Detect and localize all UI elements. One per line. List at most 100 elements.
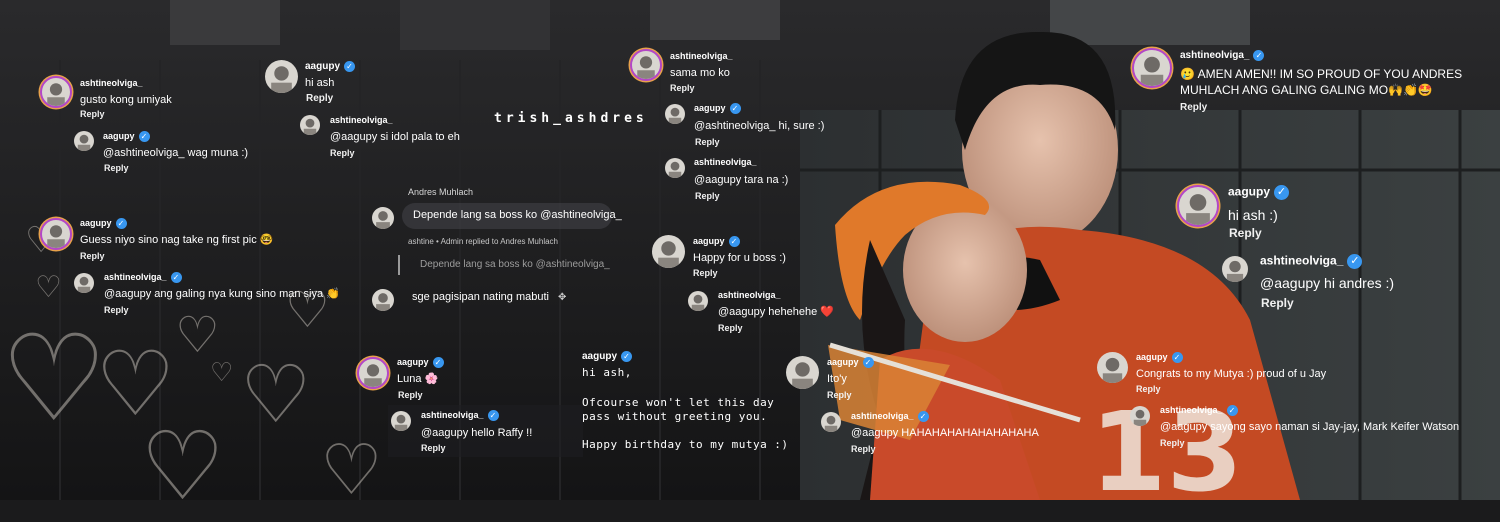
username[interactable]: aagupy ✓ [582, 351, 633, 363]
verified-badge-icon: ✓ [729, 103, 741, 115]
reply-button[interactable]: Reply [851, 444, 876, 454]
avatar[interactable] [74, 273, 94, 293]
heart-doodle-icon: ♡ [210, 358, 234, 388]
avatar-icon [77, 134, 91, 151]
avatar-icon [376, 211, 390, 229]
avatar-icon [77, 276, 91, 293]
reply-button[interactable]: Reply [104, 163, 129, 173]
username[interactable]: aagupy ✓ [827, 357, 874, 369]
username[interactable]: ashtineolviga_ ✓ [1180, 50, 1265, 62]
reply-button[interactable]: Reply [398, 390, 423, 400]
avatar[interactable] [665, 158, 685, 178]
reply-button[interactable]: Reply [1180, 102, 1207, 113]
reply-button[interactable]: Reply [695, 137, 720, 147]
reply-button[interactable]: Reply [1136, 384, 1161, 394]
commenter-name[interactable]: Andres Muhlach [408, 187, 473, 197]
avatar[interactable] [665, 104, 685, 124]
verified-badge-icon: ✓ [170, 272, 182, 284]
comment-text: Guess niyo sino nag take ng first pic 🤓 [80, 234, 274, 246]
avatar-icon [668, 161, 682, 178]
verified-badge-icon: ✓ [728, 236, 740, 248]
avatar[interactable] [688, 291, 708, 311]
username[interactable]: aagupy ✓ [80, 218, 127, 230]
watermark-text: trish_ashdres [494, 111, 648, 126]
username[interactable]: ashtineolviga_ ✓ [1260, 254, 1363, 269]
avatar[interactable] [357, 357, 389, 389]
username[interactable]: aagupy ✓ [305, 61, 356, 73]
username[interactable]: ashtineolviga_ ✓ [104, 272, 182, 284]
avatar-icon [394, 414, 408, 431]
username[interactable]: ashtineolviga_ ✓ [421, 410, 499, 422]
avatar-icon [792, 362, 813, 389]
comment-text: sama mo ko [670, 67, 730, 79]
avatar-icon [1140, 56, 1164, 86]
verified-badge-icon: ✓ [1226, 405, 1238, 417]
avatar[interactable] [630, 49, 662, 81]
username[interactable]: ashtineolviga_ ✓ [1160, 405, 1238, 417]
avatar[interactable] [372, 289, 394, 311]
username[interactable]: ashtineolviga_ [694, 157, 757, 167]
reply-button[interactable]: Reply [827, 390, 852, 400]
username[interactable]: ashtineolviga_ [330, 115, 393, 125]
comment-text: @ashtineolviga_ wag muna :) [103, 147, 249, 159]
avatar-icon [1102, 357, 1123, 383]
avatar[interactable] [1130, 406, 1150, 426]
reply-button[interactable]: Reply [695, 191, 720, 201]
avatar-icon [364, 364, 382, 387]
avatar-icon [637, 56, 655, 79]
heart-doodle-icon: ♡ [240, 348, 312, 441]
reply-button[interactable]: Reply [330, 148, 355, 158]
avatar-icon [668, 107, 682, 124]
comment-text: @aagupy sayong sayo naman si Jay-jay, Ma… [1160, 421, 1460, 433]
avatar[interactable] [372, 207, 394, 229]
username[interactable]: aagupy ✓ [1136, 352, 1183, 364]
avatar[interactable] [300, 115, 320, 135]
avatar[interactable] [1222, 256, 1248, 282]
quoted-text: Depende lang sa boss ko @ashtineolviga_ [420, 259, 610, 270]
username[interactable]: aagupy ✓ [693, 236, 740, 248]
username[interactable]: aagupy ✓ [103, 131, 150, 143]
comment-text: Luna 🌸 [397, 373, 439, 385]
comment-text: @ashtineolviga_ hi, sure :) [694, 120, 825, 132]
reply-button[interactable]: Reply [1261, 296, 1294, 310]
verified-badge-icon: ✓ [621, 351, 633, 362]
reply-button[interactable]: Reply [104, 305, 129, 315]
avatar[interactable] [1097, 352, 1128, 383]
username[interactable]: ashtineolviga_ [670, 51, 733, 61]
reply-button[interactable]: Reply [1160, 438, 1185, 448]
quote-bar [398, 255, 400, 275]
reply-button[interactable]: Reply [693, 268, 718, 278]
username[interactable]: ashtineolviga_ ✓ [851, 411, 929, 423]
reply-button[interactable]: Reply [306, 93, 333, 104]
avatar[interactable] [821, 412, 841, 432]
avatar[interactable] [652, 235, 685, 268]
avatar-icon [691, 294, 705, 311]
reply-button[interactable]: Reply [80, 109, 105, 119]
avatar[interactable] [265, 60, 298, 93]
username[interactable]: ashtineolviga_ [718, 290, 781, 300]
avatar[interactable] [40, 76, 72, 108]
reply-button[interactable]: Reply [718, 323, 743, 333]
reply-button[interactable]: Reply [80, 251, 105, 261]
comment-text: Happy for u boss :) [693, 252, 786, 264]
avatar[interactable] [40, 218, 72, 250]
avatar[interactable] [1132, 48, 1172, 88]
username[interactable]: aagupy ✓ [397, 357, 444, 369]
username[interactable]: ashtineolviga_ [80, 78, 143, 88]
avatar[interactable] [74, 131, 94, 151]
avatar[interactable] [391, 411, 411, 431]
comment-text: Ito'y [827, 373, 847, 385]
reply-button[interactable]: Reply [670, 83, 695, 93]
username[interactable]: aagupy ✓ [1228, 185, 1290, 200]
verified-badge-icon: ✓ [1171, 352, 1183, 364]
avatar[interactable] [786, 356, 819, 389]
comment-text: @aagupy hehehehe ❤️ [718, 306, 835, 318]
heart-doodle-icon: ♡ [0, 310, 108, 449]
verified-badge-icon: ✓ [1253, 50, 1265, 61]
username[interactable]: aagupy ✓ [694, 103, 741, 115]
avatar[interactable] [1177, 185, 1219, 227]
avatar-icon [303, 118, 317, 135]
edit-icon[interactable]: ✥ [558, 292, 566, 303]
reply-button[interactable]: Reply [1229, 226, 1262, 240]
reply-button[interactable]: Reply [421, 443, 446, 453]
